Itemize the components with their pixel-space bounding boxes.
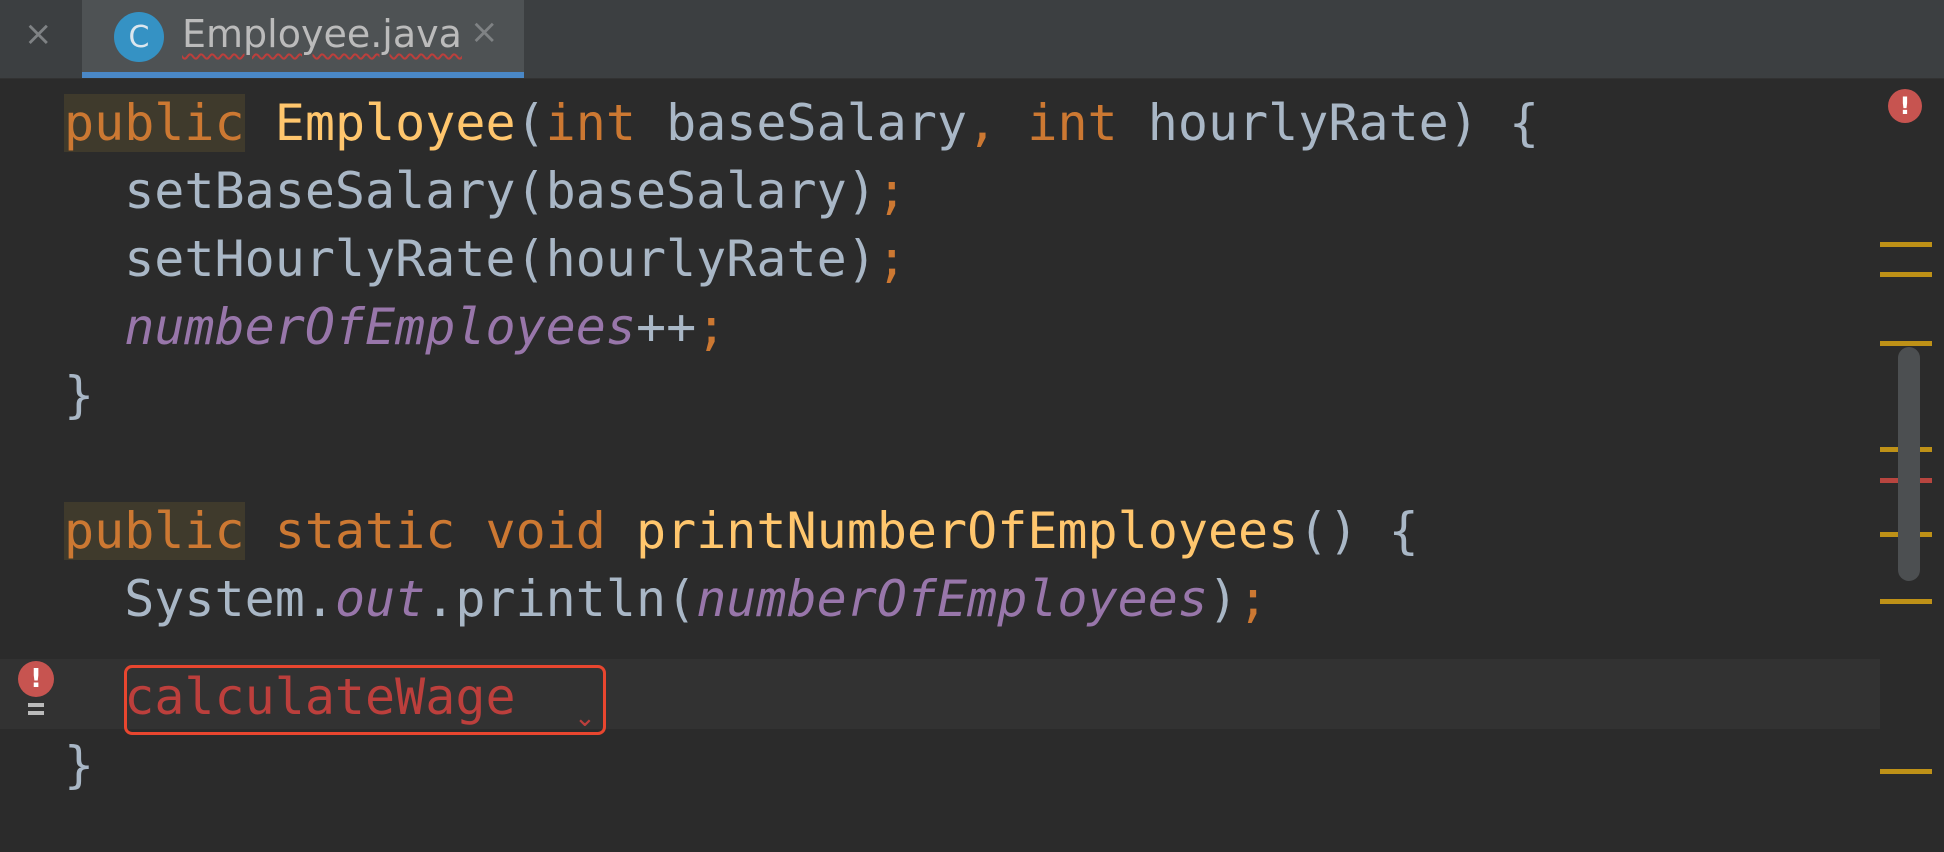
error-squiggle-icon: ⌄ <box>574 703 596 733</box>
comma: , <box>967 94 998 152</box>
keyword: static <box>274 502 456 560</box>
operator: ++ <box>635 298 697 356</box>
static-field: numberOfEmployees <box>696 570 1208 628</box>
keyword: void <box>485 502 606 560</box>
close-icon[interactable]: × <box>24 14 53 54</box>
code-text: ( <box>515 94 546 152</box>
keyword: public <box>64 94 245 152</box>
stripe-warning-mark[interactable] <box>1880 599 1932 604</box>
semicolon: ; <box>876 162 907 220</box>
editor-tab-bar: × C Employee.java × <box>0 0 1944 79</box>
code-line-4[interactable]: numberOfEmployees++; <box>64 293 726 361</box>
method-name: Employee <box>274 94 516 152</box>
stripe-warning-mark[interactable] <box>1880 341 1932 346</box>
error-highlight-box <box>124 665 606 735</box>
close-icon[interactable]: × <box>470 12 499 52</box>
keyword: int <box>1027 94 1118 152</box>
code-line-9[interactable]: } <box>64 731 94 799</box>
semicolon: ; <box>696 298 727 356</box>
error-bulb-icon[interactable]: ! <box>18 661 58 723</box>
code-text: ) <box>1207 570 1239 628</box>
closing-brace: } <box>64 736 95 794</box>
closing-brace: } <box>64 366 95 424</box>
code-text: setHourlyRate(hourlyRate) <box>64 230 877 288</box>
semicolon: ; <box>1238 570 1269 628</box>
code-text: hourlyRate) { <box>1117 94 1540 152</box>
stripe-warning-mark[interactable] <box>1880 272 1932 277</box>
code-line-7[interactable]: System.out.println(numberOfEmployees); <box>64 565 1268 633</box>
error-indicator-icon[interactable]: ! <box>1888 89 1922 123</box>
code-line-1[interactable]: public Employee(int baseSalary, int hour… <box>64 89 1539 157</box>
code-text: () { <box>1298 502 1419 560</box>
code-text: setBaseSalary(baseSalary) <box>64 162 877 220</box>
code-text: .println( <box>425 570 697 628</box>
code-text: baseSalary <box>635 94 968 152</box>
tab-previous[interactable]: × <box>0 0 82 78</box>
code-text: System. <box>64 570 335 628</box>
code-line-2[interactable]: setBaseSalary(baseSalary); <box>64 157 907 225</box>
active-tab-indicator <box>82 72 524 78</box>
tab-employee-java[interactable]: C Employee.java × <box>82 0 524 78</box>
vertical-scrollbar[interactable] <box>1898 347 1920 581</box>
java-class-icon: C <box>114 12 164 62</box>
code-line-3[interactable]: setHourlyRate(hourlyRate); <box>64 225 907 293</box>
semicolon: ; <box>876 230 907 288</box>
static-field: out <box>334 570 426 628</box>
keyword: public <box>64 502 245 560</box>
stripe-warning-mark[interactable] <box>1880 242 1932 247</box>
code-line-5[interactable]: } <box>64 361 94 429</box>
stripe-warning-mark[interactable] <box>1880 769 1932 774</box>
method-name: printNumberOfEmployees <box>636 502 1299 560</box>
code-line-6[interactable]: public static void printNumberOfEmployee… <box>64 497 1419 565</box>
code-editor[interactable]: public Employee(int baseSalary, int hour… <box>0 79 1944 852</box>
tab-file-name: Employee.java <box>182 12 462 56</box>
static-field: numberOfEmployees <box>124 298 636 356</box>
keyword: int <box>545 94 636 152</box>
